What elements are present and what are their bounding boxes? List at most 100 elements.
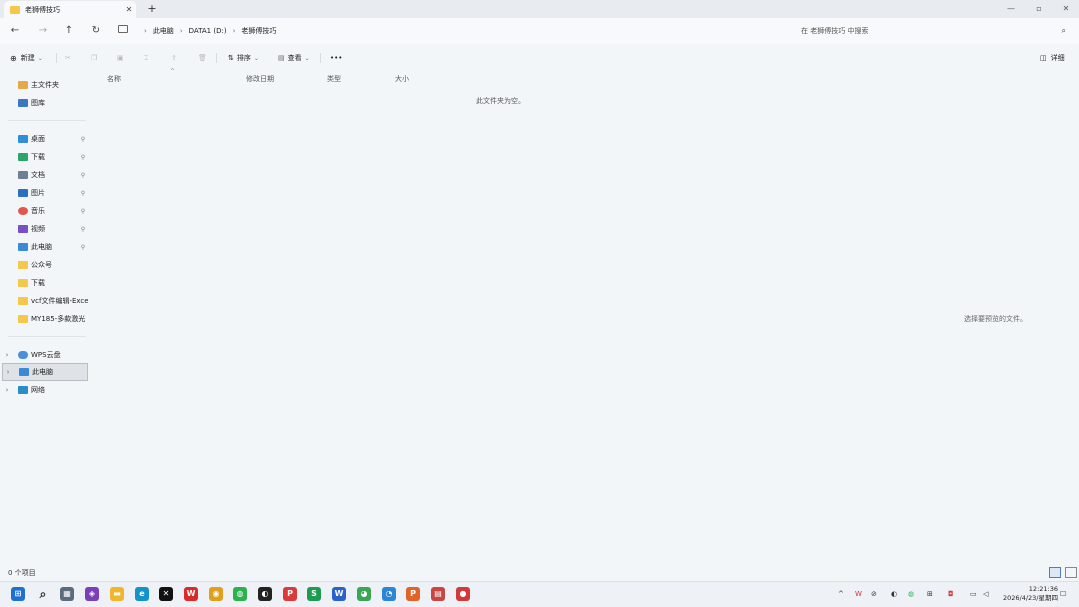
up-button[interactable]: ↑ <box>62 24 76 38</box>
search-input[interactable]: 在 老狮傅技巧 中搜索 ⌕ <box>796 23 1072 39</box>
sidebar-item-this-pc[interactable]: › 此电脑 <box>2 363 88 381</box>
back-button[interactable]: ← <box>8 24 22 38</box>
app-blue-icon[interactable]: ◔ <box>382 587 396 601</box>
qq-tray-icon[interactable]: ◐ <box>891 590 897 598</box>
wps-icon[interactable]: W <box>184 587 198 601</box>
pin-icon[interactable]: ⚲ <box>78 172 88 179</box>
tiles-view-icon[interactable] <box>1065 567 1077 578</box>
pin-icon[interactable]: ⚲ <box>78 154 88 161</box>
wechat-tray-icon[interactable]: ◍ <box>908 590 914 598</box>
recorder-icon[interactable]: ● <box>456 587 470 601</box>
monitor-icon[interactable]: ▭ <box>970 590 977 598</box>
calculator-icon[interactable]: ▦ <box>60 587 74 601</box>
column-header-modified[interactable]: 修改日期 <box>246 74 274 84</box>
app-purple-icon[interactable]: ◈ <box>85 587 99 601</box>
sidebar-item-folder-gongzhonghao[interactable]: 公众号 <box>2 256 88 274</box>
ppt-icon[interactable]: P <box>406 587 420 601</box>
new-tab-button[interactable]: + <box>145 2 159 16</box>
details-pane-icon: ◫ <box>1040 54 1047 62</box>
plus-circle-icon: ⊕ <box>10 53 17 63</box>
calendar-icon[interactable]: ▤ <box>431 587 445 601</box>
tab-current-folder[interactable]: 老狮傅技巧 ✕ <box>4 1 136 18</box>
wps-sheet-icon[interactable]: S <box>307 587 321 601</box>
close-button[interactable]: ✕ <box>1051 2 1079 16</box>
chevron-up-icon[interactable]: ^ <box>838 590 844 598</box>
refresh-button[interactable]: ↻ <box>89 24 103 38</box>
breadcrumb-current[interactable]: 老狮傅技巧 <box>241 26 276 36</box>
word-icon[interactable]: W <box>332 587 346 601</box>
gallery-icon <box>18 99 28 107</box>
forward-button[interactable]: → <box>36 24 50 38</box>
pc-icon <box>118 25 128 33</box>
pin-icon[interactable]: ⚲ <box>78 208 88 215</box>
sidebar-item-documents[interactable]: 文档 ⚲ <box>2 166 88 184</box>
view-button[interactable]: ▤ 查看 ⌄ <box>278 51 310 65</box>
command-bar: ⊕ 新建 ⌄ ✂ ❐ ▣ ⌶ ⇪ 🗑 ⇅ 排序 ⌄ ▤ 查看 ⌄ ••• ◫ 详… <box>0 48 1079 68</box>
wechat-icon[interactable]: ◍ <box>233 587 247 601</box>
new-label: 新建 <box>20 54 35 62</box>
maximize-button[interactable]: ▫ <box>1024 2 1054 16</box>
chrome-icon[interactable]: ◉ <box>209 587 223 601</box>
tray-red-icon[interactable]: ◘ <box>948 590 954 598</box>
app-green-icon[interactable]: ◕ <box>357 587 371 601</box>
system-clock[interactable]: 12:21:36 2026/4/23/星期四 <box>1000 585 1058 603</box>
sidebar-item-folder-vcf[interactable]: vcf文件编辑-Excel <box>2 292 88 310</box>
sidebar-item-pictures[interactable]: 图片 ⚲ <box>2 184 88 202</box>
start-icon[interactable]: ⊞ <box>11 587 25 601</box>
pin-icon[interactable]: ⚲ <box>78 190 88 197</box>
minimize-button[interactable]: — <box>996 2 1026 16</box>
breadcrumb[interactable]: › 此电脑 › DATA1 (D:) › 老狮傅技巧 <box>138 24 276 38</box>
notification-icon[interactable]: ☐ <box>1060 590 1066 598</box>
qq-icon[interactable]: ◐ <box>258 587 272 601</box>
network-off-icon[interactable]: ⊘ <box>871 590 877 598</box>
sidebar-item-wps-cloud[interactable]: › WPS云盘 <box>2 346 88 364</box>
search-icon[interactable]: ⌕ <box>1062 26 1066 36</box>
chevron-right-icon[interactable]: › <box>2 386 12 394</box>
details-view-icon[interactable] <box>1049 567 1061 578</box>
details-pane-button[interactable]: ◫ 详细 <box>1040 51 1065 65</box>
more-options-icon[interactable]: ••• <box>330 51 342 65</box>
rename-icon[interactable]: ⌶ <box>144 51 148 65</box>
sidebar-item-desktop[interactable]: 桌面 ⚲ <box>2 130 88 148</box>
wps-tray-icon[interactable]: W <box>855 590 862 598</box>
sidebar-item-label: 此电脑 <box>31 243 52 251</box>
paste-icon[interactable]: ▣ <box>117 51 124 65</box>
wps-pdf-icon[interactable]: P <box>283 587 297 601</box>
cut-icon[interactable]: ✂ <box>65 51 71 65</box>
column-header-type[interactable]: 类型 <box>327 74 341 84</box>
volume-icon[interactable]: ◁ <box>983 590 988 598</box>
sidebar-item-gallery[interactable]: 图库 <box>2 94 88 112</box>
delete-icon[interactable]: 🗑 <box>198 51 207 65</box>
file-explorer-icon[interactable]: ▬ <box>110 587 124 601</box>
sidebar-item-downloads[interactable]: 下载 ⚲ <box>2 148 88 166</box>
column-header-size[interactable]: 大小 <box>395 74 409 84</box>
breadcrumb-this-pc[interactable]: 此电脑 <box>153 26 174 36</box>
pin-icon[interactable]: ⚲ <box>78 226 88 233</box>
sidebar-item-label: WPS云盘 <box>31 351 61 359</box>
copy-icon[interactable]: ❐ <box>91 51 97 65</box>
tray-app-icon[interactable]: ⊞ <box>927 590 933 598</box>
sidebar-item-this-pc-pinned[interactable]: 此电脑 ⚲ <box>2 238 88 256</box>
chevron-right-icon[interactable]: › <box>2 351 12 359</box>
new-button[interactable]: ⊕ 新建 ⌄ <box>10 51 43 65</box>
capcut-icon[interactable]: ✕ <box>159 587 173 601</box>
chevron-right-icon[interactable]: › <box>3 368 13 376</box>
sidebar-item-label: 下载 <box>31 153 45 161</box>
sidebar-item-videos[interactable]: 视频 ⚲ <box>2 220 88 238</box>
sidebar-item-music[interactable]: 音乐 ⚲ <box>2 202 88 220</box>
tab-close-icon[interactable]: ✕ <box>122 5 136 14</box>
sidebar-item-home[interactable]: 主文件夹 <box>2 76 88 94</box>
folder-icon <box>18 297 28 305</box>
column-header-name[interactable]: 名称 <box>107 74 121 84</box>
share-icon[interactable]: ⇪ <box>171 51 177 65</box>
breadcrumb-data1[interactable]: DATA1 (D:) <box>189 27 227 35</box>
edge-icon[interactable]: e <box>135 587 149 601</box>
sidebar-item-folder-my185[interactable]: MY185-多款激光 <box>2 310 88 328</box>
sidebar-item-folder-downloads[interactable]: 下载 <box>2 274 88 292</box>
search-icon[interactable]: ⌕ <box>36 587 50 601</box>
pin-icon[interactable]: ⚲ <box>78 136 88 143</box>
cloud-icon <box>18 351 28 359</box>
sidebar-item-network[interactable]: › 网络 <box>2 381 88 399</box>
pin-icon[interactable]: ⚲ <box>78 244 88 251</box>
sort-button[interactable]: ⇅ 排序 ⌄ <box>228 51 259 65</box>
